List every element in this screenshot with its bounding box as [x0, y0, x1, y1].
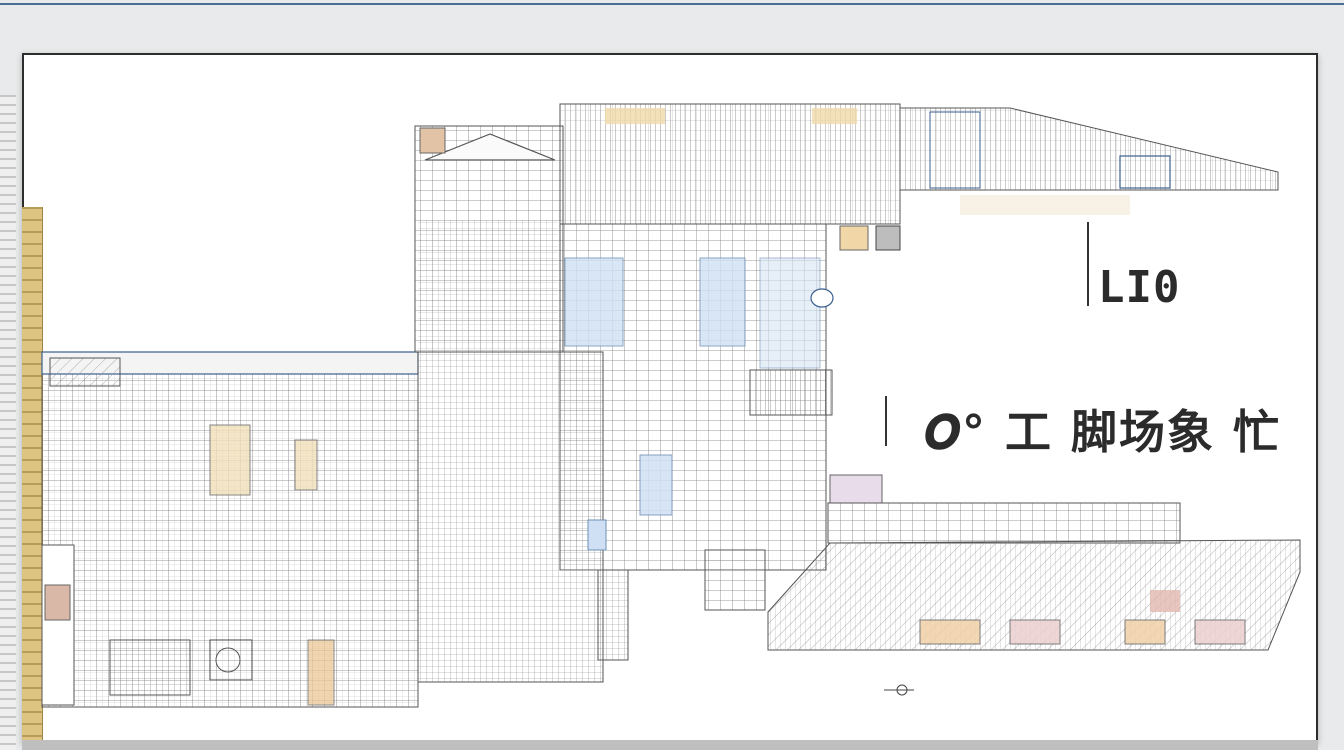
upper-right-wing [899, 107, 1279, 215]
lower-left-wing [41, 351, 419, 708]
drawing-label-upper: LI0 [1098, 262, 1181, 313]
drawing-label-lower: 𝑶° 工 脚场象 忙 [924, 405, 1282, 459]
floor-plan-drawing [41, 103, 1301, 708]
lower-right-wing [767, 502, 1301, 651]
